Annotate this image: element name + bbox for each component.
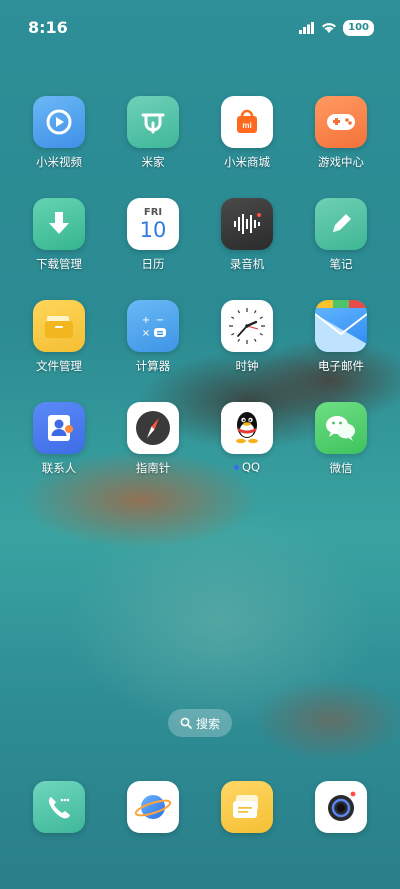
app-label: 联系人 xyxy=(41,461,77,475)
calendar-date: 10 xyxy=(139,217,167,242)
calendar-day: FRI xyxy=(143,206,163,218)
search-label: 搜索 xyxy=(195,716,220,731)
dock-messages[interactable] xyxy=(207,781,287,833)
app-calculator[interactable]: + − × 计算器 xyxy=(113,300,193,374)
messages-icon xyxy=(221,781,273,833)
browser-planet-icon xyxy=(127,781,179,833)
app-recorder[interactable]: 录音机 xyxy=(207,198,287,272)
wifi-icon xyxy=(322,23,337,33)
app-label: 小米视频 xyxy=(36,155,82,169)
app-mi-store[interactable]: mi 小米商城 xyxy=(207,96,287,170)
status-icons: 100 xyxy=(299,20,374,36)
app-label: 游戏中心 xyxy=(318,155,364,169)
camera-icon xyxy=(315,781,367,833)
app-calendar[interactable]: FRI 10 日历 xyxy=(113,198,193,272)
dock-camera[interactable] xyxy=(301,781,381,833)
battery-indicator: 100 xyxy=(343,20,374,36)
calendar-icon: FRI 10 xyxy=(127,198,179,250)
svg-text:−: − xyxy=(156,315,164,326)
app-wechat[interactable]: 微信 xyxy=(301,402,381,476)
app-label: QQ xyxy=(207,460,287,474)
app-label: 指南针 xyxy=(135,461,171,475)
app-label: 小米商城 xyxy=(224,155,270,169)
status-bar: 8:16 100 xyxy=(0,0,400,56)
mi-store-bag-icon: mi xyxy=(221,96,273,148)
svg-text:×: × xyxy=(142,328,150,339)
qq-penguin-icon xyxy=(221,402,273,454)
clock-icon xyxy=(221,300,273,352)
svg-text:+: + xyxy=(142,315,150,326)
app-label: 日历 xyxy=(141,257,165,271)
app-label: 下载管理 xyxy=(36,257,82,271)
search-icon xyxy=(180,717,192,729)
app-label: 计算器 xyxy=(135,359,171,373)
app-xiaomi-video[interactable]: 小米视频 xyxy=(19,96,99,170)
gamepad-icon xyxy=(315,96,367,148)
download-arrow-icon xyxy=(33,198,85,250)
svg-text:mi: mi xyxy=(242,121,251,130)
app-label: 时钟 xyxy=(235,359,259,373)
signal-icon xyxy=(299,22,315,34)
mail-icon xyxy=(315,300,367,352)
search-pill[interactable]: 搜索 xyxy=(168,709,232,737)
status-time: 8:16 xyxy=(28,18,68,37)
app-label: 微信 xyxy=(329,461,353,475)
app-clock[interactable]: 时钟 xyxy=(207,300,287,374)
app-label: 电子邮件 xyxy=(318,359,364,373)
app-label: 笔记 xyxy=(329,257,353,271)
app-label: 文件管理 xyxy=(36,359,82,373)
video-play-icon xyxy=(33,96,85,148)
notification-dot-icon xyxy=(233,465,239,470)
waveform-icon xyxy=(221,198,273,250)
app-notes[interactable]: 笔记 xyxy=(301,198,381,272)
app-mijia[interactable]: 米家 xyxy=(113,96,193,170)
dock-browser[interactable] xyxy=(113,781,193,833)
app-label: 录音机 xyxy=(229,257,265,271)
app-label: 米家 xyxy=(141,155,165,169)
folder-icon xyxy=(33,300,85,352)
dock-phone[interactable] xyxy=(19,781,99,833)
app-game-center[interactable]: 游戏中心 xyxy=(301,96,381,170)
mijia-icon xyxy=(127,96,179,148)
calculator-icon: + − × xyxy=(127,300,179,352)
app-label-text: QQ xyxy=(241,460,261,474)
app-contacts[interactable]: 联系人 xyxy=(19,402,99,476)
app-qq[interactable]: QQ xyxy=(207,402,287,474)
app-file-manager[interactable]: 文件管理 xyxy=(19,300,99,374)
wechat-icon xyxy=(315,402,367,454)
pencil-icon xyxy=(315,198,367,250)
app-email[interactable]: 电子邮件 xyxy=(301,300,381,374)
phone-icon xyxy=(33,781,85,833)
compass-icon xyxy=(127,402,179,454)
app-compass[interactable]: 指南针 xyxy=(113,402,193,476)
app-download-manager[interactable]: 下载管理 xyxy=(19,198,99,272)
contacts-icon xyxy=(33,402,85,454)
